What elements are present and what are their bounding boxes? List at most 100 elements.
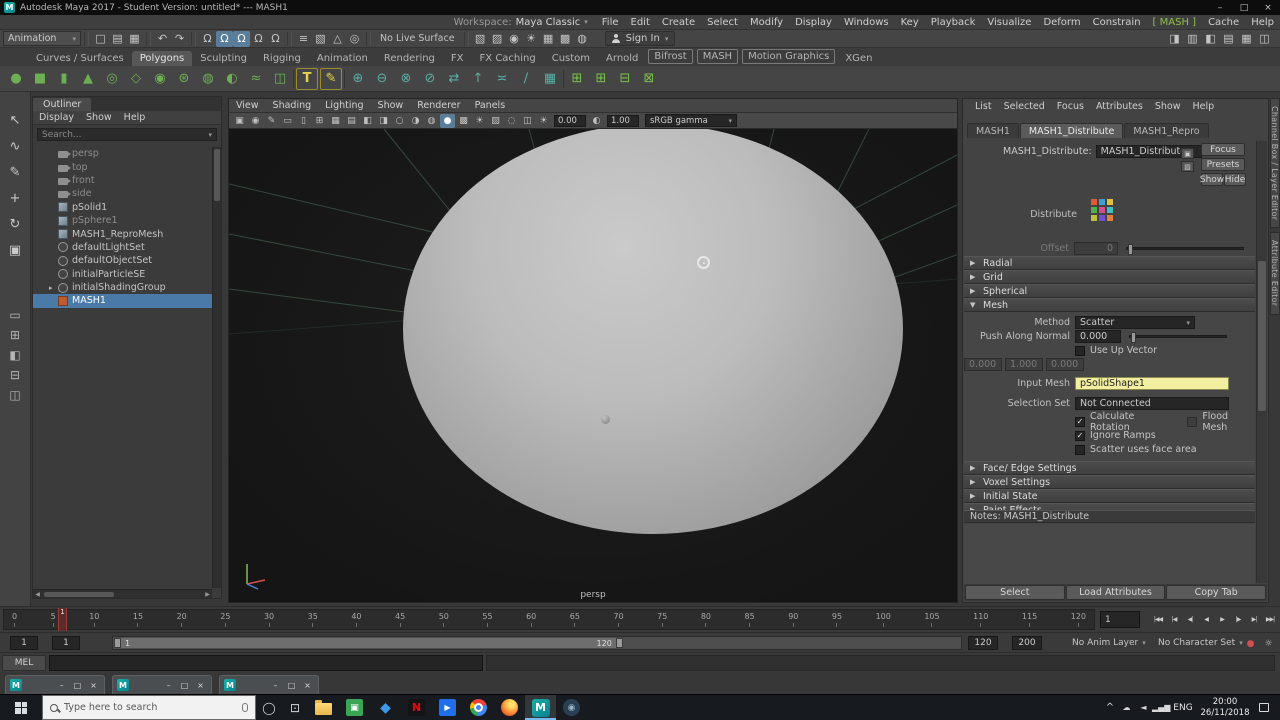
netflix-icon[interactable]: N [401, 695, 432, 720]
menu-item[interactable]: MASH [1147, 17, 1203, 28]
mash-add-node-icon[interactable]: ⊞ [590, 68, 612, 90]
paint-select-tool[interactable]: ✎ [3, 160, 27, 184]
playback-end-field[interactable]: 120 [968, 636, 998, 650]
gate-mask-icon[interactable]: ◧ [360, 114, 375, 128]
shelf-tab[interactable]: Motion Graphics [742, 49, 836, 64]
attribute-section-header[interactable]: ▶ Face/ Edge Settings [964, 461, 1255, 475]
outliner-vertical-scrollbar[interactable] [212, 147, 221, 588]
outliner-item[interactable]: ▸ pSolid1 [33, 201, 212, 214]
render-current-frame-icon[interactable]: ▨ [489, 31, 506, 47]
shelf-tab[interactable]: FX [443, 51, 472, 66]
wireframe-icon[interactable]: ◍ [424, 114, 439, 128]
scrollbar-thumb[interactable] [214, 149, 220, 201]
menu-item[interactable]: Help [1245, 17, 1280, 28]
combine-icon[interactable]: ⊕ [347, 68, 369, 90]
task-view-button[interactable]: ⊡ [282, 695, 308, 720]
current-frame-field[interactable]: 1 [1100, 611, 1140, 628]
poly-plane-icon[interactable]: ◇ [125, 68, 147, 90]
ipr-render-icon[interactable]: ◉ [506, 31, 523, 47]
light-editor-icon[interactable]: ▩ [557, 31, 574, 47]
field-chart-icon[interactable]: ◨ [376, 114, 391, 128]
offset-slider[interactable] [1126, 243, 1244, 255]
outliner-horizontal-scrollbar[interactable]: ◀ ▶ [33, 589, 212, 598]
viewport-canvas[interactable]: persp [229, 129, 957, 602]
up-vector-field[interactable]: 0.000 [1046, 358, 1084, 371]
bookmarks-icon[interactable]: ▭ [280, 114, 295, 128]
layout-single-pane[interactable]: ▭ [4, 306, 26, 324]
play-backwards-button[interactable]: ◀ [1198, 611, 1214, 628]
view-transform-dropdown[interactable]: sRGB gamma ▾ [645, 114, 737, 127]
command-language-button[interactable]: MEL [2, 655, 46, 671]
menu-item[interactable]: Visualize [981, 17, 1037, 28]
outliner-item[interactable]: ▸ initialParticleSE [33, 268, 212, 281]
scroll-right-icon[interactable]: ▶ [203, 591, 212, 598]
cortana-button[interactable]: ◯ [256, 695, 282, 720]
hypershade-icon[interactable]: ▦ [540, 31, 557, 47]
toggle-attribute-editor-icon[interactable]: ◧ [1202, 31, 1219, 47]
slider-handle[interactable] [1128, 243, 1133, 255]
pin-tab-icon[interactable]: ▣ [1181, 148, 1194, 159]
up-vector-field[interactable]: 1.000 [1005, 358, 1043, 371]
mash-repro-icon[interactable]: ⊠ [638, 68, 660, 90]
attribute-section-header[interactable]: ▶ Voxel Settings [964, 475, 1255, 489]
shelf-tab[interactable]: Arnold [598, 51, 646, 66]
shaded-mode-icon[interactable]: ● [440, 113, 455, 128]
load-attributes-button[interactable]: Load Attributes [1065, 585, 1166, 600]
presets-button[interactable]: Presets [1201, 158, 1245, 171]
outliner-item[interactable]: ▸ MASH1 [33, 294, 212, 308]
mash-remove-node-icon[interactable]: ⊟ [614, 68, 636, 90]
shelf-tab[interactable]: Animation [309, 51, 376, 66]
auto-keyframe-button[interactable]: ● [1243, 636, 1258, 651]
expand-arrow-icon[interactable]: ▸ [49, 284, 58, 292]
outliner-item[interactable]: ▸ defaultObjectSet [33, 254, 212, 267]
shelf-divider[interactable] [344, 69, 345, 88]
playback-start-field[interactable]: 1 [52, 636, 80, 650]
scrollbar-thumb[interactable] [1258, 261, 1266, 411]
outliner-item[interactable]: ▸ front [33, 174, 212, 187]
current-frame-marker[interactable]: 1 [58, 608, 67, 631]
exposure-field[interactable]: 0.00 [554, 114, 586, 127]
image-plane-icon[interactable]: ▯ [296, 114, 311, 128]
scale-tool[interactable]: ▣ [3, 238, 27, 262]
animation-end-field[interactable]: 200 [1012, 636, 1042, 650]
highlight-selection-icon[interactable]: ▧ [312, 31, 329, 47]
poly-cone-icon[interactable]: ▲ [77, 68, 99, 90]
render-settings-icon[interactable]: ☀ [523, 31, 540, 47]
node-tab[interactable]: MASH1 [967, 123, 1019, 138]
restore-button[interactable]: □ [285, 681, 298, 690]
snap-to-plane-icon[interactable]: Ω [250, 31, 267, 47]
extrude-icon[interactable]: ↑ [467, 68, 489, 90]
poly-torus-icon[interactable]: ◎ [101, 68, 123, 90]
menu-item[interactable]: Edit [625, 17, 656, 28]
character-set-dropdown[interactable]: No Character Set ▾ [1158, 636, 1243, 650]
step-back-frame-button[interactable]: |◀ [1166, 611, 1182, 628]
attribute-editor-menu-item[interactable]: Focus [1051, 101, 1090, 112]
menu-item[interactable]: Playback [925, 17, 982, 28]
attribute-section-header[interactable]: ▶ Initial State [964, 489, 1255, 503]
toggle-outliner-icon[interactable]: ◫ [1256, 31, 1273, 47]
viewport-menu-item[interactable]: Renderer [410, 100, 467, 111]
dropbox-icon[interactable]: ◆ [370, 695, 401, 720]
animation-start-field[interactable]: 1 [10, 636, 38, 650]
snap-to-grid-icon[interactable]: Ω [199, 31, 216, 47]
boolean-difference-icon[interactable]: ⊘ [419, 68, 441, 90]
volume-icon[interactable]: ◄ [1135, 703, 1152, 712]
poly-disc-icon[interactable]: ◉ [149, 68, 171, 90]
menu-item[interactable]: Key [895, 17, 925, 28]
menu-item[interactable]: Modify [744, 17, 789, 28]
offset-field[interactable]: 0 [1074, 241, 1118, 255]
menu-item[interactable]: Cache [1202, 17, 1245, 28]
attribute-editor-menu-item[interactable]: Attributes [1090, 101, 1149, 112]
language-indicator[interactable]: ENG [1169, 703, 1197, 713]
shelf-tab[interactable]: Custom [544, 51, 598, 66]
screen-space-ao-icon[interactable]: ◌ [504, 114, 519, 128]
maya-floating-window[interactable]: M – □ × [219, 675, 319, 694]
close-button[interactable]: × [87, 681, 100, 690]
construction-history-icon[interactable]: ≡ [295, 31, 312, 47]
viewport-menu-item[interactable]: Lighting [318, 100, 370, 111]
type-tool-icon[interactable]: T [296, 67, 318, 90]
multi-cut-icon[interactable]: ∕ [515, 68, 537, 90]
svg-tool-icon[interactable]: ✎ [320, 67, 342, 90]
menu-item[interactable]: Windows [838, 17, 895, 28]
close-button[interactable]: × [301, 681, 314, 690]
